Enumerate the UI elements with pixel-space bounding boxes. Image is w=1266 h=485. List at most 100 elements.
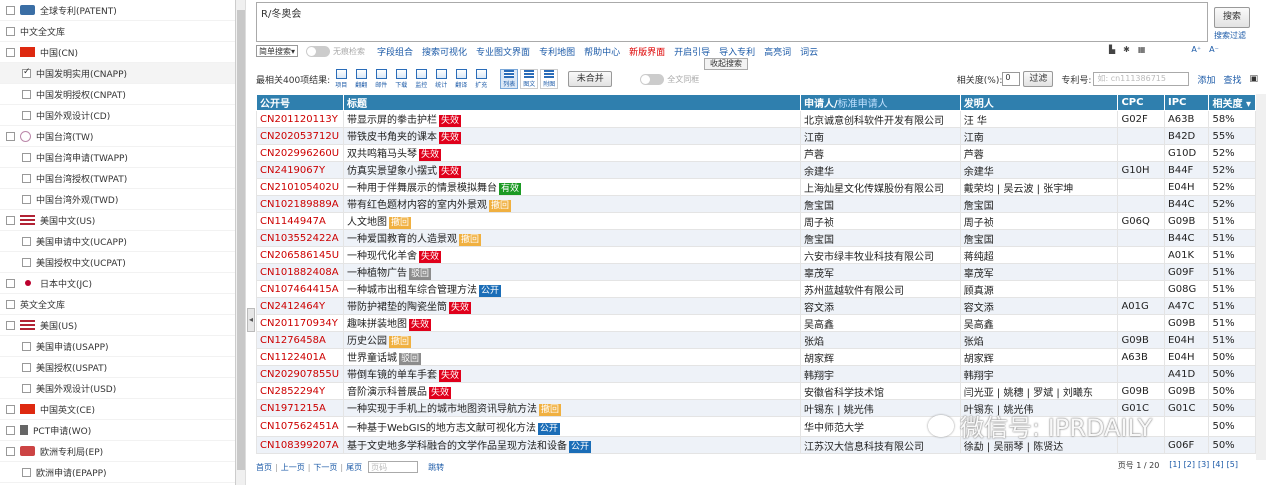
checkbox[interactable]	[6, 26, 15, 36]
title-text[interactable]: 一种城市出租车综合管理方法	[347, 285, 477, 296]
cell-pn[interactable]: CN202907855U	[256, 365, 344, 383]
sidebar-scrollbar-thumb[interactable]	[237, 10, 245, 470]
result-tool-button[interactable]: 扩充	[474, 69, 488, 89]
cell-title[interactable]: 一种用于伴舞展示的情景模拟舞台 有效	[343, 178, 801, 196]
page-link[interactable]: [2]	[1184, 460, 1195, 471]
cell-title[interactable]: 双共鸣箱马头琴 失效	[343, 144, 801, 162]
checkbox[interactable]	[22, 173, 31, 183]
sidebar-item[interactable]: 英文全文库	[0, 294, 235, 315]
cell-pn[interactable]: CN102189889A	[256, 195, 344, 213]
result-tool-button[interactable]: 监控	[414, 69, 428, 89]
cell-title[interactable]: 趣味拼装地图 失效	[343, 314, 801, 332]
cell-title[interactable]: 带铁皮书角夹的课本 失效	[343, 127, 801, 145]
title-text[interactable]: 一种实现于手机上的城市地图资讯导航方法	[347, 404, 537, 415]
sidebar-item[interactable]: 美国授权(USPAT)	[0, 357, 235, 378]
cell-pn[interactable]: CN1144947A	[256, 212, 344, 230]
cell-title[interactable]: 仿真实景望象小摆式 失效	[343, 161, 801, 179]
checkbox[interactable]	[22, 257, 31, 267]
cell-title[interactable]: 带显示屏的拳击护栏 失效	[343, 110, 801, 128]
cell-title[interactable]: 世界童话城 驳回	[343, 348, 801, 366]
sidebar-item[interactable]: 美国授权中文(UCPAT)	[0, 252, 235, 273]
search-query-input[interactable]: R/冬奥会	[256, 2, 1208, 42]
title-text[interactable]: 带倒车镜的单车手套	[347, 370, 437, 381]
checkbox[interactable]	[6, 131, 15, 141]
next-page-link[interactable]: 下一页	[313, 462, 337, 473]
checkbox[interactable]	[6, 320, 15, 330]
sidebar-item[interactable]: 中文全文库	[0, 21, 235, 42]
checkbox[interactable]	[22, 89, 31, 99]
cell-pn[interactable]: CN1971215A	[256, 399, 344, 417]
font-increase-button[interactable]: A⁺	[1191, 45, 1201, 54]
prev-page-link[interactable]: 上一页	[281, 462, 305, 473]
search-filter-link[interactable]: 搜索过滤	[1214, 30, 1246, 41]
toolbar-link[interactable]: 开启引导	[674, 45, 710, 58]
checkbox[interactable]	[22, 383, 31, 393]
cell-pn[interactable]: CN2852294Y	[256, 382, 344, 400]
checkbox[interactable]	[6, 299, 15, 309]
sidebar-item[interactable]: PCT申请(WO)	[0, 420, 235, 441]
cell-title[interactable]: 带防护裙垫的陶瓷坐筒 失效	[343, 297, 801, 315]
table-scrollbar[interactable]	[1256, 94, 1266, 460]
sidebar-item[interactable]: 美国申请(USAPP)	[0, 336, 235, 357]
sidebar-item[interactable]: 欧洲申请(EPAPP)	[0, 462, 235, 483]
title-text[interactable]: 一种植物广告	[347, 268, 407, 279]
patno-input[interactable]: 如: cn111386715	[1093, 72, 1190, 86]
result-tool-button[interactable]: 翻译	[454, 69, 468, 89]
title-text[interactable]: 带显示屏的拳击护栏	[347, 115, 437, 126]
cell-title[interactable]: 带有红色题材内容的室内外景观 撤回	[343, 195, 801, 213]
checkbox[interactable]	[6, 425, 15, 435]
cell-pn[interactable]: CN202996260U	[256, 144, 344, 162]
title-text[interactable]: 一种爱国教育的人造景观	[347, 234, 457, 245]
title-text[interactable]: 基于文史地多学科融合的文学作品呈现方法和设备	[347, 441, 567, 452]
cell-title[interactable]: 历史公园 撤回	[343, 331, 801, 349]
search-button[interactable]: 搜索	[1214, 7, 1250, 28]
title-text[interactable]: 一种用于伴舞展示的情景模拟舞台	[347, 183, 497, 194]
view-button[interactable]: 图文	[520, 69, 539, 89]
table-row[interactable]: CN1144947A 人文地图 撤回 周子祯 周子祯 G06Q G09B 51%	[256, 212, 1256, 230]
page-link[interactable]: [4]	[1212, 460, 1223, 471]
sidebar-item[interactable]: 中国台湾外观(TWD)	[0, 189, 235, 210]
cell-title[interactable]: 一种植物广告 驳回	[343, 263, 801, 281]
cell-pn[interactable]: CN201120113Y	[256, 110, 344, 128]
title-text[interactable]: 世界童话城	[347, 353, 397, 364]
cell-title[interactable]: 基于文史地多学科融合的文学作品呈现方法和设备 公开	[343, 436, 801, 454]
sidebar-item[interactable]: 中国(CN)	[0, 42, 235, 63]
table-row[interactable]: CN202996260U 双共鸣箱马头琴 失效 芦蓉 芦蓉 G10D 52%	[256, 144, 1256, 162]
sidebar-item[interactable]: 中国台湾(TW)	[0, 126, 235, 147]
toolbar-link[interactable]: 搜索可视化	[422, 45, 467, 58]
table-row[interactable]: CN202053712U 带铁皮书角夹的课本 失效 江南 江南 B42D 55%	[256, 127, 1256, 145]
table-row[interactable]: CN1276458A 历史公园 撤回 张焰 张焰 G09B E04H 51%	[256, 331, 1256, 349]
checkbox[interactable]	[22, 152, 31, 162]
page-number-input[interactable]: 页码	[368, 461, 419, 473]
table-row[interactable]: CN206586145U 一种现代化羊舍 失效 六安市绿丰牧业科技有限公司 蒋纯超 A01…	[256, 246, 1256, 264]
page-link[interactable]: [5]	[1227, 460, 1238, 471]
cell-pn[interactable]: CN101882408A	[256, 263, 344, 281]
result-tool-button[interactable]: 项目	[334, 69, 348, 89]
eraser-icon[interactable]: ▙	[1109, 45, 1115, 54]
sidebar-scrollbar[interactable]	[236, 0, 246, 485]
add-link[interactable]: 添加	[1197, 73, 1215, 86]
checkbox[interactable]	[22, 341, 31, 351]
table-row[interactable]: CN210105402U 一种用于伴舞展示的情景模拟舞台 有效 上海灿星文化传媒股份有…	[256, 178, 1256, 196]
col-cpc[interactable]: CPC	[1117, 94, 1165, 111]
checkbox[interactable]	[6, 5, 15, 15]
table-row[interactable]: CN103552422A 一种爱国教育的人造景观 撤回 詹宝国 詹宝国 B44C 51%	[256, 229, 1256, 247]
collapse-sidebar-button[interactable]: ◂	[247, 308, 255, 332]
sidebar-item[interactable]: 日本中文(JC)	[0, 273, 235, 294]
checkbox[interactable]	[22, 362, 31, 372]
merge-button[interactable]: 未合并	[568, 71, 613, 87]
toolbar-link[interactable]: 帮助中心	[584, 45, 620, 58]
title-text[interactable]: 带防护裙垫的陶瓷坐筒	[347, 302, 447, 313]
toolbar-link[interactable]: 专利地图	[539, 45, 575, 58]
toolbar-link[interactable]: 专业图文界面	[476, 45, 530, 58]
find-link[interactable]: 查找	[1223, 73, 1241, 86]
cell-pn[interactable]: CN2412464Y	[256, 297, 344, 315]
jump-button[interactable]: 跳转	[428, 462, 444, 473]
cell-pn[interactable]: CN2419067Y	[256, 161, 344, 179]
cell-pn[interactable]: CN1276458A	[256, 331, 344, 349]
title-text[interactable]: 仿真实景望象小摆式	[347, 166, 437, 177]
col-ipc[interactable]: IPC	[1163, 94, 1210, 111]
cell-pn[interactable]: CN107464415A	[256, 280, 344, 298]
cell-title[interactable]: 音阶演示科普展品 失效	[343, 382, 801, 400]
table-row[interactable]: CN107464415A 一种城市出租车综合管理方法 公开 苏州蓝越软件有限公司 顾真源…	[256, 280, 1256, 298]
